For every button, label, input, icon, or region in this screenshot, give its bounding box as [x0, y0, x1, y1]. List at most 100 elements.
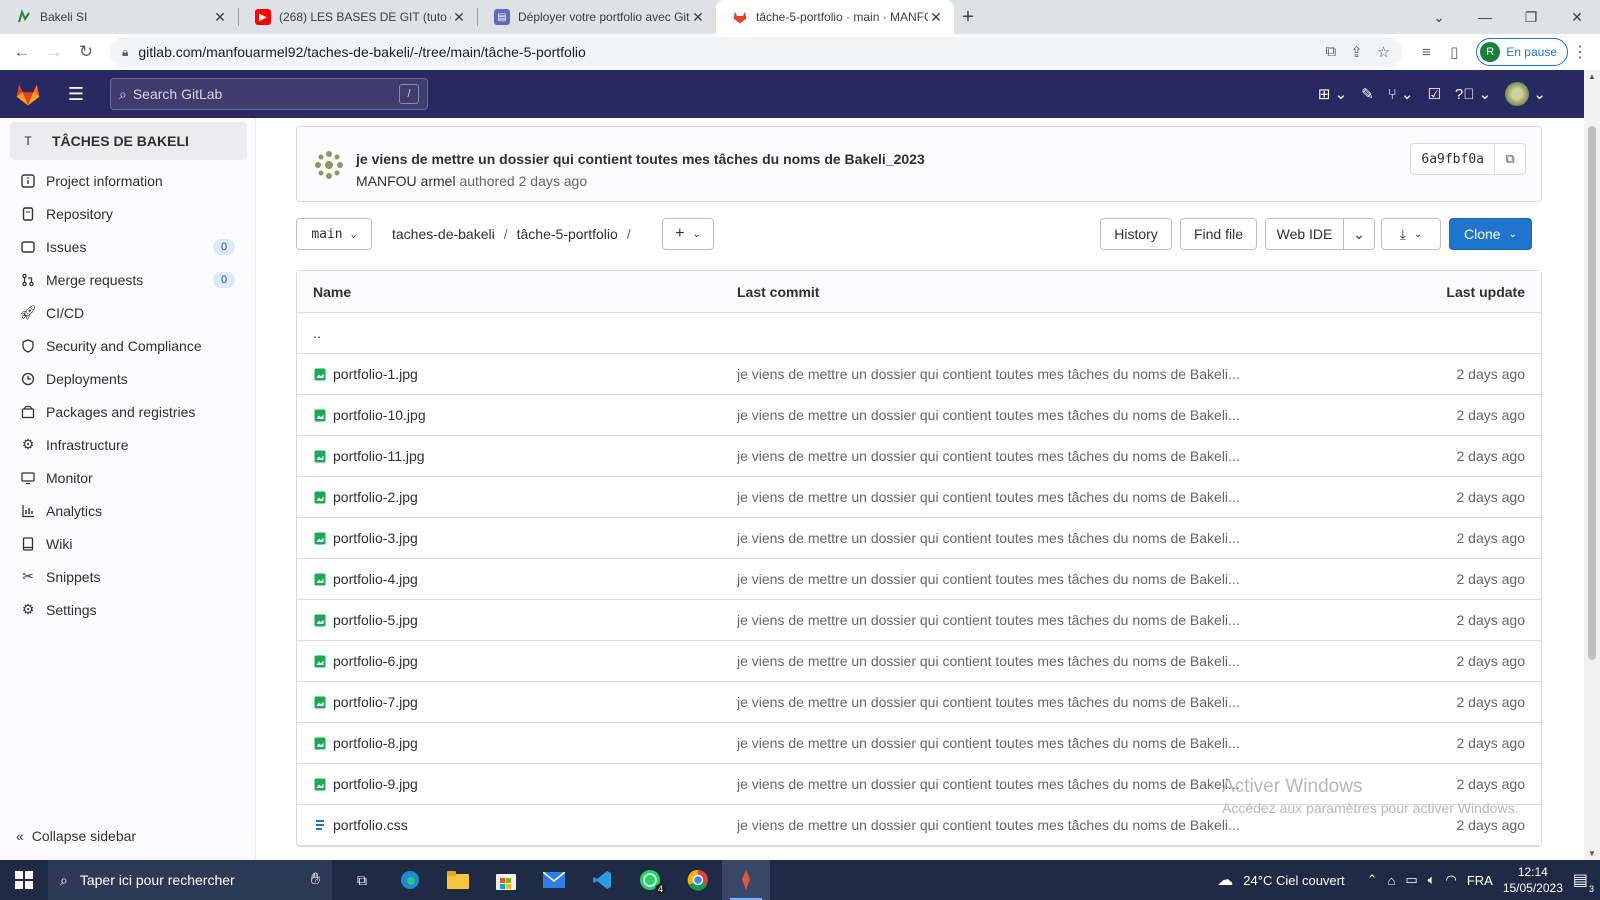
- last-commit-link[interactable]: je viens de mettre un dossier qui contie…: [737, 489, 1341, 505]
- table-row[interactable]: portfolio-8.jpg je viens de mettre un dos…: [297, 723, 1541, 764]
- lock-icon[interactable]: 🔒︎: [122, 45, 128, 60]
- branch-selector[interactable]: main ⌄: [296, 218, 372, 250]
- file-link[interactable]: portfolio-10.jpg: [333, 407, 426, 423]
- sidebar-item-snippets[interactable]: ✂︎ Snippets: [0, 560, 255, 593]
- restore-button[interactable]: ❐: [1508, 0, 1554, 34]
- sidebar-item-infrastructure[interactable]: ⚙︎ Infrastructure: [0, 428, 255, 461]
- table-row[interactable]: portfolio-11.jpg je viens de mettre un do…: [297, 436, 1541, 477]
- user-menu[interactable]: ⌄: [1505, 82, 1546, 106]
- copy-sha-icon[interactable]: ⧉: [1495, 144, 1525, 174]
- table-row[interactable]: portfolio-7.jpg je viens de mettre un dos…: [297, 682, 1541, 723]
- sidebar-item-deployments[interactable]: Deployments: [0, 362, 255, 395]
- sidebar-item-issues[interactable]: Issues 0: [0, 230, 255, 263]
- sidebar-item-analytics[interactable]: Analytics: [0, 494, 255, 527]
- browser-tab-gitlab[interactable]: tâche-5-portfolio · main · MANFO ✕: [716, 0, 954, 34]
- last-commit-link[interactable]: je viens de mettre un dossier qui contie…: [737, 735, 1341, 751]
- collapse-sidebar-button[interactable]: « Collapse sidebar: [16, 828, 136, 844]
- close-window-button[interactable]: ✕: [1554, 0, 1600, 34]
- file-link[interactable]: portfolio-3.jpg: [333, 530, 418, 546]
- wifi-icon[interactable]: ◠: [1445, 872, 1456, 888]
- file-link[interactable]: portfolio-2.jpg: [333, 489, 418, 505]
- notifications-icon[interactable]: ▤ 3: [1573, 870, 1594, 894]
- find-file-button[interactable]: Find file: [1180, 218, 1257, 250]
- side-panel-icon[interactable]: ▯: [1440, 43, 1468, 61]
- file-link[interactable]: portfolio-8.jpg: [333, 735, 418, 751]
- network-icon[interactable]: ⌂: [1388, 873, 1396, 888]
- file-link[interactable]: portfolio-5.jpg: [333, 612, 418, 628]
- page-scrollbar[interactable]: ▲ ▼: [1584, 70, 1600, 860]
- language-indicator[interactable]: FRA: [1467, 873, 1493, 888]
- table-row[interactable]: portfolio-5.jpg je viens de mettre un dos…: [297, 600, 1541, 641]
- bookmark-star-icon[interactable]: ☆: [1377, 43, 1390, 61]
- file-link[interactable]: portfolio-11.jpg: [333, 448, 425, 464]
- sidebar-item-project-information[interactable]: Project information: [0, 164, 255, 197]
- close-icon[interactable]: ✕: [928, 9, 944, 25]
- scroll-down-icon[interactable]: ▼: [1584, 849, 1600, 858]
- chrome-icon[interactable]: [674, 860, 722, 900]
- add-to-tree-dropdown[interactable]: + ⌄: [662, 218, 714, 250]
- merge-requests-nav-icon[interactable]: ⑂ ⌄: [1388, 85, 1414, 103]
- sidebar-item-packages-and-registries[interactable]: Packages and registries: [0, 395, 255, 428]
- close-icon[interactable]: ✕: [690, 9, 706, 25]
- file-explorer-icon[interactable]: [434, 860, 482, 900]
- file-link[interactable]: portfolio-4.jpg: [333, 571, 418, 587]
- volume-icon[interactable]: 🔈︎: [1428, 872, 1436, 888]
- breadcrumb-folder-link[interactable]: tâche-5-portfolio: [517, 226, 618, 242]
- windows-start-button[interactable]: [0, 860, 48, 900]
- web-ide-dropdown-icon[interactable]: ⌄: [1344, 219, 1374, 249]
- last-commit-link[interactable]: je viens de mettre un dossier qui contie…: [737, 530, 1341, 546]
- file-link[interactable]: portfolio.css: [333, 817, 408, 833]
- reload-button[interactable]: ↻: [72, 38, 100, 66]
- last-commit-link[interactable]: je viens de mettre un dossier qui contie…: [737, 407, 1341, 423]
- last-commit-link[interactable]: je viens de mettre un dossier qui contie…: [737, 612, 1341, 628]
- browser-menu-icon[interactable]: ⋮: [1568, 42, 1592, 62]
- share-icon[interactable]: ⇪: [1350, 43, 1363, 61]
- profile-button[interactable]: R En pause: [1476, 38, 1568, 66]
- close-icon[interactable]: ✕: [212, 9, 228, 25]
- issues-nav-icon[interactable]: ✎: [1361, 85, 1374, 103]
- breadcrumb-project-link[interactable]: taches-de-bakeli: [392, 226, 495, 242]
- vscode-icon[interactable]: [578, 860, 626, 900]
- new-tab-button[interactable]: +: [954, 0, 982, 34]
- browser-tab-bakeli[interactable]: Bakeli SI ✕: [0, 0, 238, 34]
- last-commit-link[interactable]: je viens de mettre un dossier qui contie…: [737, 571, 1341, 587]
- last-commit-link[interactable]: je viens de mettre un dossier qui contie…: [737, 817, 1341, 833]
- sidebar-item-repository[interactable]: Repository: [0, 197, 255, 230]
- scrollbar-thumb[interactable]: [1588, 126, 1596, 660]
- task-view-icon[interactable]: ⧉: [338, 860, 386, 900]
- table-row[interactable]: portfolio-10.jpg je viens de mettre un do…: [297, 395, 1541, 436]
- project-header[interactable]: T TÂCHES DE BAKELI: [10, 122, 247, 160]
- back-button[interactable]: ←: [8, 38, 36, 66]
- file-link[interactable]: portfolio-7.jpg: [333, 694, 418, 710]
- create-new-icon[interactable]: ⊞ ⌄: [1318, 85, 1347, 103]
- author-avatar[interactable]: [313, 149, 345, 181]
- sidebar-item-monitor[interactable]: Monitor: [0, 461, 255, 494]
- whatsapp-icon[interactable]: 4: [626, 860, 674, 900]
- file-link[interactable]: portfolio-6.jpg: [333, 653, 418, 669]
- scroll-up-icon[interactable]: ▲: [1584, 72, 1600, 81]
- taskbar-search-box[interactable]: ⌕ Taper ici pour rechercher ✋︎: [48, 860, 332, 900]
- translate-icon[interactable]: ⧉: [1326, 43, 1337, 61]
- tab-search-icon[interactable]: ⌄: [1416, 0, 1462, 34]
- browser-tab-deployer[interactable]: ▤ Déployer votre portfolio avec Git ✕: [478, 0, 716, 34]
- screen-recorder-icon[interactable]: [722, 860, 770, 900]
- file-link[interactable]: portfolio-1.jpg: [333, 366, 418, 382]
- sidebar-item-settings[interactable]: ⚙︎ Settings: [0, 593, 255, 626]
- table-row[interactable]: portfolio-1.jpg je viens de mettre un dos…: [297, 354, 1541, 395]
- file-link[interactable]: portfolio-9.jpg: [333, 776, 418, 792]
- close-icon[interactable]: ✕: [451, 9, 467, 25]
- table-row[interactable]: portfolio-4.jpg je viens de mettre un dos…: [297, 559, 1541, 600]
- download-dropdown[interactable]: ⤓ ⌄: [1381, 218, 1441, 250]
- weather-text[interactable]: 24°C Ciel couvert: [1243, 873, 1344, 888]
- last-commit-link[interactable]: je viens de mettre un dossier qui contie…: [737, 694, 1341, 710]
- history-button[interactable]: History: [1100, 218, 1172, 250]
- chevron-up-icon[interactable]: ⌃: [1367, 872, 1378, 888]
- commit-title-link[interactable]: je viens de mettre un dossier qui contie…: [356, 151, 925, 167]
- address-bar[interactable]: 🔒︎ gitlab.com/manfouarmel92/taches-de-ba…: [110, 37, 1403, 67]
- battery-icon[interactable]: ▭: [1405, 872, 1417, 888]
- weather-cloud-icon[interactable]: ☁︎: [1217, 870, 1233, 890]
- commit-author-link[interactable]: MANFOU armel: [356, 173, 456, 189]
- todos-icon[interactable]: ☑: [1427, 85, 1440, 103]
- parent-directory-row[interactable]: ..: [297, 313, 1541, 354]
- forward-button[interactable]: →: [40, 38, 68, 66]
